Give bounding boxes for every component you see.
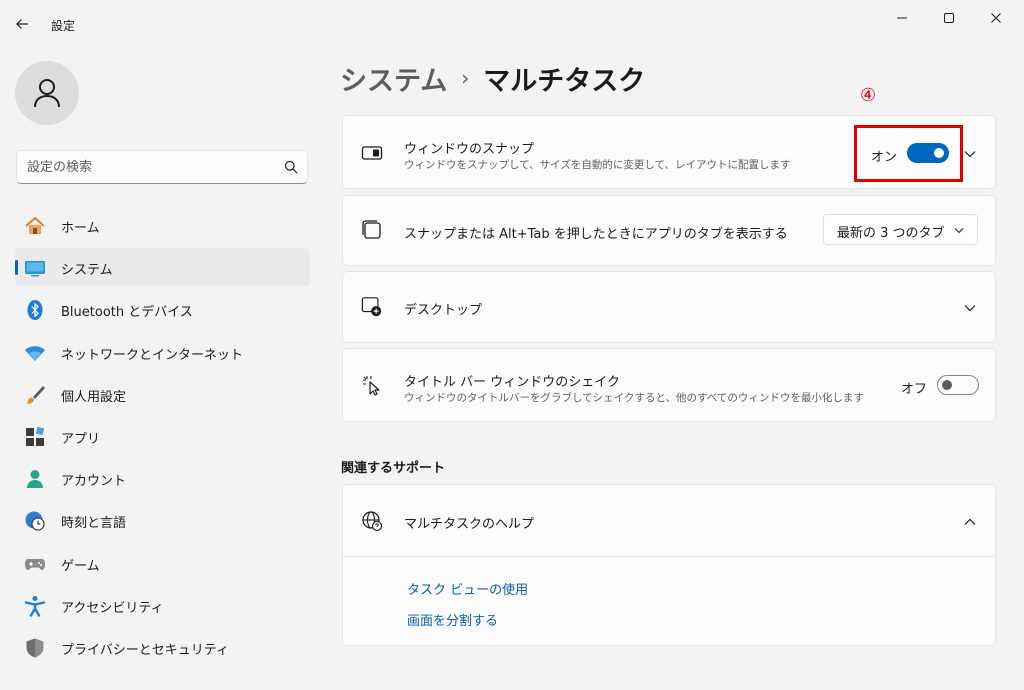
- help-collapse[interactable]: [963, 515, 977, 529]
- step-marker: ④: [860, 85, 877, 106]
- snap-windows-description: ウィンドウをスナップして、サイズを自動的に変更して、レイアウトに配置します: [404, 159, 791, 171]
- wifi-icon: [24, 342, 46, 364]
- close-button[interactable]: [984, 6, 1008, 30]
- breadcrumb: システム › マルチタスク: [340, 58, 645, 98]
- minimize-icon: [897, 17, 907, 19]
- sidebar-item-privacy[interactable]: プライバシーとセキュリティ: [15, 628, 310, 666]
- gamepad-icon: [24, 553, 46, 575]
- desktops-setting[interactable]: デスクトップ: [342, 271, 996, 343]
- avatar[interactable]: [15, 61, 79, 125]
- globe-help-icon: [361, 510, 383, 532]
- chevron-up-icon: [964, 518, 976, 525]
- sidebar-item-network[interactable]: ネットワークとインターネット: [15, 333, 310, 371]
- tabs-icon: [361, 219, 383, 241]
- sidebar-item-system[interactable]: システム: [15, 248, 310, 287]
- snap-windows-state: オン: [871, 150, 898, 165]
- person-icon: [34, 79, 60, 108]
- sidebar-item-apps[interactable]: アプリ: [15, 417, 310, 455]
- sidebar-item-label: 時刻と言語: [61, 516, 127, 532]
- account-icon: [24, 468, 46, 490]
- snap-windows-setting[interactable]: ウィンドウのスナップ ウィンドウをスナップして、サイズを自動的に変更して、レイア…: [342, 115, 996, 189]
- chevron-down-icon: [964, 151, 976, 158]
- sidebar-item-bluetooth[interactable]: Bluetooth とデバイス: [15, 290, 310, 328]
- snap-tabs-title: スナップまたは Alt+Tab を押したときにアプリのタブを表示する: [404, 227, 788, 242]
- snap-tabs-setting: スナップまたは Alt+Tab を押したときにアプリのタブを表示する 最新の 3…: [342, 195, 996, 266]
- sidebar-item-label: アカウント: [61, 474, 127, 490]
- sidebar-item-accessibility[interactable]: アクセシビリティ: [15, 586, 310, 624]
- help-title[interactable]: マルチタスクのヘルプ: [404, 513, 534, 532]
- sidebar-item-label: プライバシーとセキュリティ: [61, 642, 229, 658]
- search-icon[interactable]: [284, 160, 298, 174]
- app-title: 設定: [51, 19, 76, 33]
- title-bar-shake-state: オフ: [901, 382, 928, 397]
- chevron-down-icon: [954, 228, 964, 234]
- help-link-task-view[interactable]: タスク ビューの使用: [407, 579, 528, 598]
- shield-icon: [24, 637, 46, 659]
- title-bar-shake-description: ウィンドウのタイトルバーをグラブしてシェイクすると、他のすべてのウィンドウを最小…: [404, 392, 864, 404]
- sidebar-nav: ホーム システム Bluetooth とデバイス ネットワークとインターネット …: [15, 206, 310, 670]
- home-icon: [24, 215, 46, 237]
- bluetooth-icon: [24, 299, 46, 321]
- maximize-button[interactable]: [937, 6, 961, 30]
- title-bar-shake-setting: タイトル バー ウィンドウのシェイク ウィンドウのタイトルバーをグラブしてシェイ…: [342, 348, 996, 422]
- maximize-icon: [944, 13, 954, 23]
- desktops-title: デスクトップ: [404, 303, 483, 318]
- sidebar-item-label: ゲーム: [61, 558, 100, 574]
- support-help-card: マルチタスクのヘルプ タスク ビューの使用 画面を分割する: [342, 484, 996, 646]
- sidebar-item-label: ネットワークとインターネット: [61, 347, 244, 363]
- close-icon: [991, 13, 1001, 23]
- sidebar-item-label: Bluetooth とデバイス: [61, 305, 193, 321]
- minimize-button[interactable]: [890, 6, 914, 30]
- snap-tabs-dropdown[interactable]: 最新の 3 つのタブ: [823, 214, 978, 245]
- title-bar-shake-title: タイトル バー ウィンドウのシェイク: [404, 375, 621, 390]
- snap-layout-icon: [361, 142, 383, 164]
- snap-windows-expand[interactable]: [963, 147, 977, 161]
- desktops-expand[interactable]: [963, 301, 977, 315]
- help-link-split-screen[interactable]: 画面を分割する: [407, 610, 498, 629]
- snap-tabs-selected: 最新の 3 つのタブ: [837, 226, 945, 241]
- display-icon: [24, 257, 46, 279]
- snap-windows-toggle[interactable]: [907, 143, 949, 163]
- title-bar: 設定: [0, 0, 1024, 48]
- brush-icon: [24, 384, 46, 406]
- clock-globe-icon: [24, 510, 46, 532]
- page-title: マルチタスク: [483, 65, 646, 97]
- accessibility-icon: [24, 595, 46, 617]
- sidebar-item-time-language[interactable]: 時刻と言語: [15, 501, 310, 539]
- sidebar-item-personalization[interactable]: 個人用設定: [15, 375, 310, 413]
- chevron-down-icon: [964, 305, 976, 312]
- sidebar-item-label: ホーム: [61, 221, 100, 236]
- sidebar-item-label: 個人用設定: [61, 389, 127, 405]
- snap-windows-title: ウィンドウのスナップ: [404, 142, 535, 157]
- sidebar-item-home[interactable]: ホーム: [15, 206, 310, 244]
- title-bar-shake-toggle[interactable]: [937, 375, 979, 395]
- back-button[interactable]: [10, 12, 34, 36]
- breadcrumb-parent[interactable]: システム: [340, 59, 447, 98]
- apps-icon: [24, 426, 46, 448]
- breadcrumb-separator: ›: [461, 66, 470, 90]
- support-section-title: 関連するサポート: [341, 461, 446, 476]
- search-box[interactable]: [16, 150, 308, 184]
- divider: [343, 556, 995, 557]
- shake-cursor-icon: [361, 374, 383, 396]
- desktop-add-icon: [361, 296, 383, 318]
- sidebar-item-accounts[interactable]: アカウント: [15, 459, 310, 497]
- back-arrow-icon: [16, 19, 28, 29]
- search-input[interactable]: [27, 157, 277, 177]
- sidebar-item-gaming[interactable]: ゲーム: [15, 544, 310, 582]
- sidebar-item-label: アプリ: [61, 431, 101, 447]
- sidebar-item-label: アクセシビリティ: [61, 600, 164, 616]
- sidebar-item-label: システム: [61, 263, 113, 279]
